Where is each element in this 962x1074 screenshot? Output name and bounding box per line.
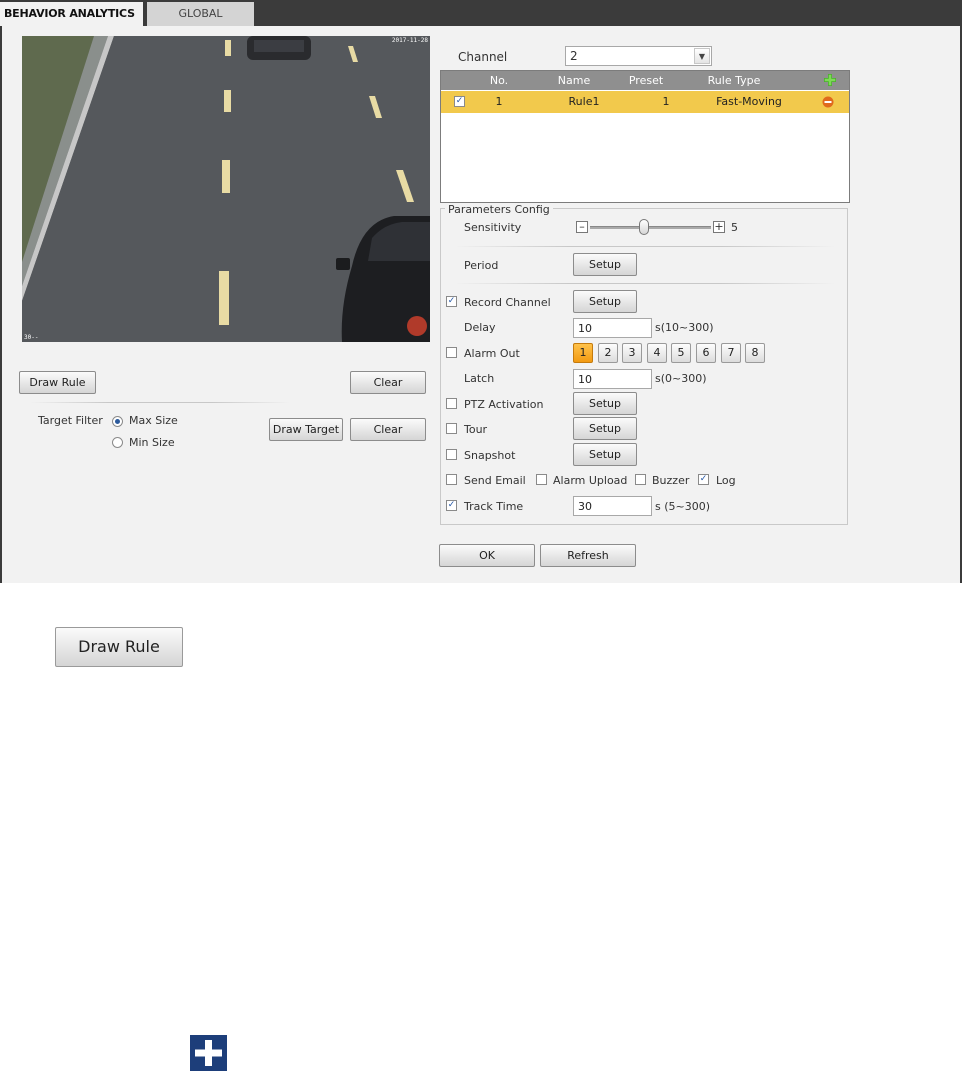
alarm-out-1[interactable]: 1 bbox=[573, 343, 593, 363]
header-no: No. bbox=[489, 74, 509, 87]
buzzer-checkbox[interactable] bbox=[635, 474, 646, 485]
alarm-out-label: Alarm Out bbox=[464, 347, 520, 360]
alarm-upload-checkbox[interactable] bbox=[536, 474, 547, 485]
plus-icon bbox=[195, 1040, 222, 1066]
channel-value: 2 bbox=[570, 49, 578, 63]
alarm-out-4[interactable]: 4 bbox=[647, 343, 667, 363]
latch-range: s(0~300) bbox=[655, 372, 707, 385]
latch-input[interactable] bbox=[573, 369, 652, 389]
sensitivity-label: Sensitivity bbox=[464, 221, 522, 234]
delete-rule-icon[interactable] bbox=[822, 96, 834, 108]
tour-checkbox[interactable] bbox=[446, 423, 457, 434]
rule-preset: 1 bbox=[662, 95, 670, 108]
snapshot-label: Snapshot bbox=[464, 449, 516, 462]
ok-button[interactable]: OK bbox=[439, 544, 535, 567]
buzzer-label: Buzzer bbox=[652, 474, 690, 487]
sensitivity-value: 5 bbox=[731, 221, 738, 234]
clear-target-button[interactable]: Clear bbox=[350, 418, 426, 441]
rule-type: Fast-Moving bbox=[716, 95, 782, 108]
road-scene bbox=[22, 36, 430, 342]
video-preview[interactable]: 2017-11-28 30-- bbox=[22, 36, 430, 342]
alarm-out-checkbox[interactable] bbox=[446, 347, 457, 358]
period-setup-button[interactable]: Setup bbox=[573, 253, 637, 276]
alarm-out-2[interactable]: 2 bbox=[598, 343, 618, 363]
rule-table-header: No. Name Preset Rule Type bbox=[441, 71, 849, 90]
draw-rule-button[interactable]: Draw Rule bbox=[19, 371, 96, 394]
rule-table: No. Name Preset Rule Type ✓ 1 Rule1 1 Fa… bbox=[440, 70, 850, 203]
max-size-radio[interactable] bbox=[112, 416, 123, 427]
alarm-out-3[interactable]: 3 bbox=[622, 343, 642, 363]
rule-row-checkbox[interactable]: ✓ bbox=[454, 96, 465, 107]
rule-no: 1 bbox=[495, 95, 503, 108]
draw-rule-button-large[interactable]: Draw Rule bbox=[55, 627, 183, 667]
add-plus-icon[interactable] bbox=[190, 1035, 227, 1071]
track-time-input[interactable] bbox=[573, 496, 652, 516]
clear-rule-button[interactable]: Clear bbox=[350, 371, 426, 394]
video-osd-label: 30-- bbox=[24, 334, 39, 341]
tab-bar: BEHAVIOR ANALYTICS GLOBAL bbox=[0, 0, 962, 26]
divider bbox=[30, 402, 290, 403]
plus-icon[interactable]: + bbox=[713, 221, 725, 233]
ptz-activation-label: PTZ Activation bbox=[464, 398, 544, 411]
record-channel-checkbox[interactable]: ✓ bbox=[446, 296, 457, 307]
track-time-label: Track Time bbox=[464, 500, 524, 513]
header-preset: Preset bbox=[628, 74, 664, 87]
alarm-out-8[interactable]: 8 bbox=[745, 343, 765, 363]
log-checkbox[interactable]: ✓ bbox=[698, 474, 709, 485]
min-size-radio[interactable] bbox=[112, 437, 123, 448]
parameters-config-title: Parameters Config bbox=[445, 203, 553, 216]
delay-label: Delay bbox=[464, 321, 496, 334]
track-time-checkbox[interactable]: ✓ bbox=[446, 500, 457, 511]
sensitivity-slider-thumb[interactable] bbox=[638, 219, 649, 235]
header-rule-type: Rule Type bbox=[707, 74, 761, 87]
video-osd-datetime: 2017-11-28 bbox=[391, 37, 428, 44]
sensitivity-track[interactable] bbox=[590, 226, 711, 229]
draw-target-button[interactable]: Draw Target bbox=[269, 418, 343, 441]
refresh-button[interactable]: Refresh bbox=[540, 544, 636, 567]
add-rule-icon[interactable] bbox=[823, 73, 837, 87]
tab-behavior-analytics[interactable]: BEHAVIOR ANALYTICS bbox=[0, 2, 143, 26]
delay-range: s(10~300) bbox=[655, 321, 714, 334]
track-time-range: s (5~300) bbox=[655, 500, 711, 513]
tab-global[interactable]: GLOBAL bbox=[147, 2, 254, 26]
tour-setup-button[interactable]: Setup bbox=[573, 417, 637, 440]
snapshot-checkbox[interactable] bbox=[446, 449, 457, 460]
channel-label: Channel bbox=[458, 50, 508, 64]
chevron-down-icon[interactable]: ▼ bbox=[694, 48, 710, 64]
log-label: Log bbox=[716, 474, 736, 487]
ptz-setup-button[interactable]: Setup bbox=[573, 392, 637, 415]
divider bbox=[455, 283, 835, 284]
channel-select[interactable]: 2 ▼ bbox=[565, 46, 712, 66]
alarm-upload-label: Alarm Upload bbox=[553, 474, 628, 487]
send-email-checkbox[interactable] bbox=[446, 474, 457, 485]
minus-icon[interactable]: – bbox=[576, 221, 588, 233]
record-channel-label: Record Channel bbox=[464, 296, 551, 309]
alarm-out-7[interactable]: 7 bbox=[721, 343, 741, 363]
latch-label: Latch bbox=[464, 372, 495, 385]
record-channel-setup-button[interactable]: Setup bbox=[573, 290, 637, 313]
max-size-label: Max Size bbox=[129, 414, 178, 427]
alarm-out-5[interactable]: 5 bbox=[671, 343, 691, 363]
target-filter-label: Target Filter bbox=[38, 414, 103, 427]
rule-name: Rule1 bbox=[568, 95, 600, 108]
snapshot-setup-button[interactable]: Setup bbox=[573, 443, 637, 466]
ptz-activation-checkbox[interactable] bbox=[446, 398, 457, 409]
table-row[interactable]: ✓ 1 Rule1 1 Fast-Moving bbox=[441, 91, 849, 113]
min-size-label: Min Size bbox=[129, 436, 175, 449]
header-name: Name bbox=[557, 74, 591, 87]
divider bbox=[455, 246, 835, 247]
period-label: Period bbox=[464, 259, 499, 272]
tour-label: Tour bbox=[464, 423, 488, 436]
alarm-out-6[interactable]: 6 bbox=[696, 343, 716, 363]
delay-input[interactable] bbox=[573, 318, 652, 338]
send-email-label: Send Email bbox=[464, 474, 526, 487]
